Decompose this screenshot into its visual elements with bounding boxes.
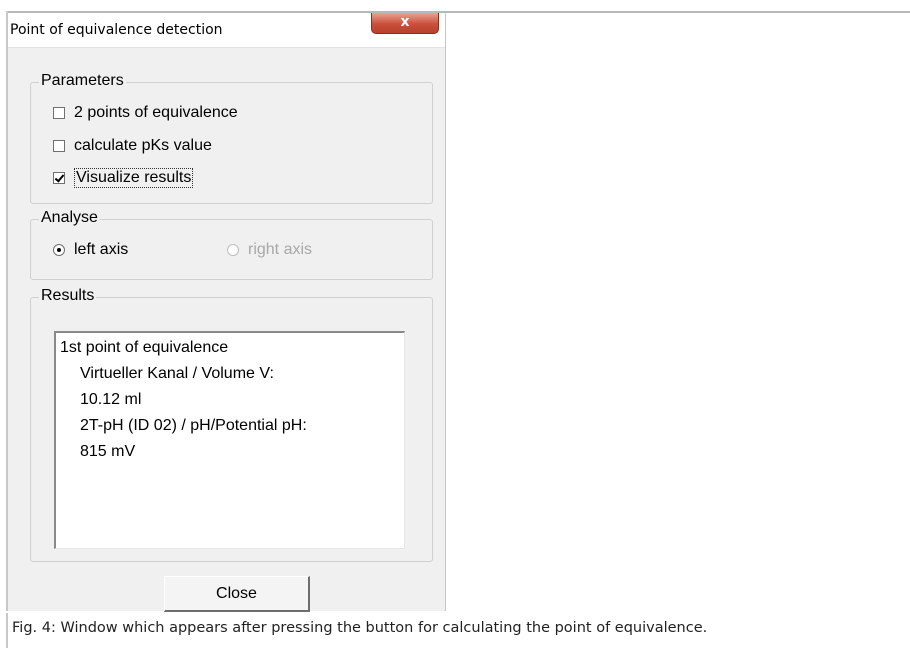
checkbox-two-points-label: 2 points of equivalence bbox=[74, 104, 238, 121]
results-group-label: Results bbox=[39, 287, 97, 305]
results-textbox[interactable]: 1st point of equivalence Virtueller Kana… bbox=[54, 331, 405, 549]
radio-right-axis-dot bbox=[227, 244, 239, 256]
checkbox-visualize[interactable]: Visualize results bbox=[53, 167, 194, 189]
checkbox-pks[interactable]: calculate pKs value bbox=[53, 135, 212, 157]
result-line: 2T-pH (ID 02) / pH/Potential pH: bbox=[80, 417, 307, 434]
parameters-group: Parameters 2 points of equivalence calcu… bbox=[30, 72, 433, 204]
caption-text: Fig. 4: Window which appears after press… bbox=[12, 620, 708, 636]
result-line: 815 mV bbox=[80, 443, 136, 460]
radio-left-axis[interactable]: left axis bbox=[53, 239, 128, 261]
figure-caption: Fig. 4: Window which appears after press… bbox=[6, 613, 910, 648]
radio-left-axis-label: left axis bbox=[74, 241, 129, 258]
checkbox-visualize-box[interactable] bbox=[53, 172, 65, 184]
title-bar: Point of equivalence detection x bbox=[8, 13, 445, 48]
analyse-group-label: Analyse bbox=[39, 209, 100, 227]
analyse-group: Analyse left axis right axis bbox=[30, 209, 433, 280]
close-window-button[interactable]: x bbox=[371, 13, 439, 34]
close-button[interactable]: Close bbox=[164, 576, 310, 612]
radio-right-axis: right axis bbox=[227, 239, 312, 261]
result-line: 10.12 ml bbox=[80, 391, 142, 408]
checkbox-two-points-box[interactable] bbox=[53, 107, 65, 119]
close-icon: x bbox=[400, 14, 410, 30]
result-line: Virtueller Kanal / Volume V: bbox=[80, 365, 274, 382]
checkbox-two-points[interactable]: 2 points of equivalence bbox=[53, 102, 238, 124]
equivalence-dialog: Point of equivalence detection x Paramet… bbox=[8, 13, 446, 612]
radio-right-axis-label: right axis bbox=[248, 241, 313, 258]
result-line: 1st point of equivalence bbox=[60, 339, 229, 356]
checkbox-pks-label: calculate pKs value bbox=[74, 137, 212, 154]
checkbox-visualize-label: Visualize results bbox=[74, 168, 194, 188]
checkbox-pks-box[interactable] bbox=[53, 140, 65, 152]
radio-left-axis-dot[interactable] bbox=[53, 244, 65, 256]
window-title: Point of equivalence detection bbox=[10, 22, 223, 38]
parameters-group-label: Parameters bbox=[39, 72, 126, 90]
